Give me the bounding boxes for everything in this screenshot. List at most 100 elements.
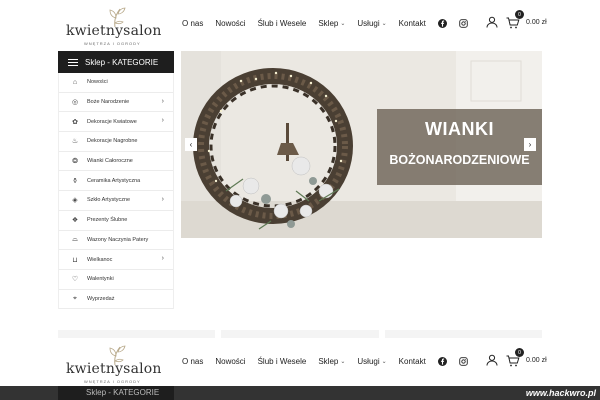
- nav-label: Usługi: [357, 19, 380, 28]
- logo-tagline: WNĘTRZA I OGRODY: [84, 379, 141, 384]
- nav-label: Ślub i Wesele: [257, 19, 307, 28]
- category-item-szklo-artystyczne[interactable]: ◈ Szkło Artystyczne ›: [59, 191, 173, 211]
- facebook-icon[interactable]: [437, 19, 447, 28]
- main-nav: O nas Nowości Ślub i Wesele Sklep ⌄ Usług…: [182, 357, 480, 366]
- nav-item-uslugi[interactable]: Usługi ⌄: [357, 19, 386, 28]
- category-label: Nowości: [87, 79, 108, 86]
- user-icon[interactable]: [486, 16, 498, 28]
- header-actions: 0 0.00 zł: [486, 10, 547, 29]
- banner-headline: WIANKI: [425, 119, 494, 139]
- cart-count-badge: 0: [515, 348, 524, 357]
- menu-icon: [68, 58, 78, 66]
- sidebar-title: Sklep - KATEGORIE: [85, 57, 159, 67]
- nav-label: Ślub i Wesele: [257, 357, 307, 366]
- wreath-icon: ❂: [72, 158, 78, 166]
- category-sidebar: Sklep - KATEGORIE ⌂ Nowości ◎ Boże Narod…: [58, 51, 174, 310]
- category-label: Wielkanoc: [87, 256, 113, 263]
- gift-icon: ❖: [71, 217, 79, 225]
- sidebar-header[interactable]: Sklep - KATEGORIE: [58, 51, 174, 73]
- logo-name: kwietnysalon: [66, 23, 162, 39]
- hero-slider[interactable]: WIANKI BOŻONARODZENIOWE ‹ ›: [181, 51, 542, 238]
- banner-caption: WIANKI BOŻONARODZENIOWE: [377, 109, 542, 185]
- slider-prev-button[interactable]: ‹: [185, 138, 197, 151]
- flower-icon: ✿: [72, 118, 78, 126]
- facebook-icon[interactable]: [437, 357, 447, 366]
- logo[interactable]: kwietnysalon WNĘTRZA I OGRODY: [62, 6, 161, 46]
- category-label: Szkło Artystyczne: [87, 197, 131, 204]
- category-label: Wianki Całoroczne: [87, 158, 133, 165]
- category-label: Boże Narodzenie: [87, 99, 130, 106]
- category-label: Wyprzedaż: [87, 295, 115, 302]
- nav-item-sklep[interactable]: Sklep ⌄: [318, 357, 345, 366]
- feature-card[interactable]: [221, 330, 379, 338]
- category-label: Dekoracje Nagrobne: [87, 138, 138, 145]
- category-label: Prezenty Ślubne: [87, 217, 128, 224]
- basket-icon: ⊔: [72, 256, 78, 264]
- chevron-down-icon: ⌄: [340, 21, 346, 27]
- house-icon: ⌂: [72, 78, 78, 86]
- category-item-prezenty-slubne[interactable]: ❖ Prezenty Ślubne: [59, 211, 173, 231]
- category-item-ceramika-artystyczna[interactable]: ⚱ Ceramika Artystyczna: [59, 171, 173, 192]
- category-label: Dekoracje Kwiatowe: [87, 118, 137, 125]
- category-item-walentynki[interactable]: ♡ Walentynki: [59, 270, 173, 290]
- nav-item-slub-i-wesele[interactable]: Ślub i Wesele: [258, 19, 307, 28]
- nav-item-sklep[interactable]: Sklep ⌄: [318, 19, 345, 28]
- nav-item-nowosci[interactable]: Nowości: [215, 357, 245, 366]
- nav-item-slub-i-wesele[interactable]: Ślub i Wesele: [258, 357, 307, 366]
- cart-button[interactable]: 0: [506, 348, 524, 367]
- pot-icon: ⌓: [72, 235, 78, 243]
- category-item-nowosci[interactable]: ⌂ Nowości: [59, 73, 173, 93]
- instagram-icon[interactable]: [459, 19, 468, 28]
- nav-item-nowosci[interactable]: Nowości: [215, 19, 245, 28]
- logo[interactable]: kwietnysalon WNĘTRZA I OGRODY: [62, 344, 161, 384]
- glass-icon: ◈: [72, 197, 78, 205]
- chevron-right-icon: ›: [161, 117, 164, 125]
- heart-icon: ♡: [71, 276, 79, 284]
- category-item-wyprzedaz[interactable]: ⌖ Wyprzedaż: [59, 290, 173, 310]
- candle-icon: ♨: [71, 138, 79, 146]
- nav-label: O nas: [182, 357, 204, 366]
- logo-tagline: WNĘTRZA I OGRODY: [84, 41, 141, 46]
- cart-count-badge: 0: [515, 10, 524, 19]
- banner-subline: BOŻONARODZENIOWE: [389, 153, 530, 167]
- category-label: Ceramika Artystyczna: [87, 177, 141, 184]
- user-icon[interactable]: [486, 354, 498, 366]
- nav-item-o-nas[interactable]: O nas: [182, 19, 203, 28]
- category-item-boze-narodzenie[interactable]: ◎ Boże Narodzenie ›: [59, 93, 173, 113]
- category-item-dekoracje-kwiatowe[interactable]: ✿ Dekoracje Kwiatowe ›: [59, 112, 173, 133]
- ornament-icon: ◎: [71, 99, 79, 107]
- nav-item-uslugi[interactable]: Usługi ⌄: [357, 357, 386, 366]
- category-item-wianki-caloroczne[interactable]: ❂ Wianki Całoroczne: [59, 152, 173, 172]
- nav-label: Nowości: [215, 19, 246, 28]
- nav-item-kontakt[interactable]: Kontakt: [399, 357, 426, 366]
- nav-label: Nowości: [215, 357, 246, 366]
- chevron-right-icon: ›: [528, 140, 532, 149]
- chevron-right-icon: ›: [161, 255, 164, 263]
- cart-total[interactable]: 0.00 zł: [526, 19, 547, 26]
- feature-card[interactable]: [385, 330, 542, 338]
- nav-label: O nas: [182, 19, 204, 28]
- main-nav: O nas Nowości Ślub i Wesele Sklep ⌄ Usług…: [182, 19, 480, 28]
- category-list: ⌂ Nowości ◎ Boże Narodzenie › ✿ Dekoracj…: [58, 73, 174, 310]
- nav-label: Sklep: [318, 357, 339, 366]
- nav-label: Sklep: [318, 19, 339, 28]
- category-item-wazony-naczynia-patery[interactable]: ⌓ Wazony Naczynia Patery: [59, 231, 173, 251]
- chevron-down-icon: ⌄: [340, 359, 346, 365]
- cart-button[interactable]: 0: [506, 10, 524, 29]
- category-item-wielkanoc[interactable]: ⊔ Wielkanoc ›: [59, 250, 173, 270]
- cart-total[interactable]: 0.00 zł: [526, 357, 547, 364]
- slider-next-button[interactable]: ›: [524, 138, 536, 151]
- nav-label: Kontakt: [398, 357, 426, 366]
- nav-item-o-nas[interactable]: O nas: [182, 357, 203, 366]
- category-label: Walentynki: [87, 276, 114, 283]
- category-item-dekoracje-nagrobne[interactable]: ♨ Dekoracje Nagrobne: [59, 132, 173, 152]
- chevron-down-icon: ⌄: [381, 21, 387, 27]
- category-label: Wazony Naczynia Patery: [87, 236, 149, 243]
- instagram-icon[interactable]: [459, 357, 468, 366]
- watermark: www.hackwro.pl: [525, 388, 596, 398]
- logo-name: kwietnysalon: [66, 361, 162, 377]
- feature-card[interactable]: [58, 330, 215, 338]
- nav-item-kontakt[interactable]: Kontakt: [399, 19, 426, 28]
- chevron-right-icon: ›: [161, 196, 164, 204]
- tag-icon: ⌖: [73, 294, 77, 302]
